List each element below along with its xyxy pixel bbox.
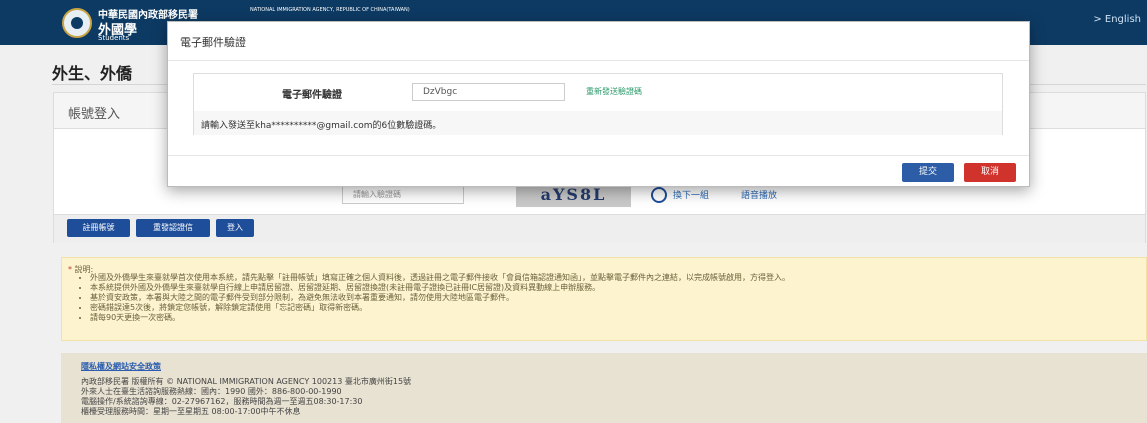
submit-button[interactable]: 提交 [902,163,954,182]
modal-title: 電子郵件驗證 [180,36,246,49]
verification-code-input[interactable]: DzVbgc [412,83,565,101]
modal-footer-divider [168,155,1029,156]
verification-field-row: 電子郵件驗證 DzVbgc 重新發送驗證碼 [194,74,1002,112]
email-verification-modal: 電子郵件驗證 電子郵件驗證 DzVbgc 重新發送驗證碼 請輸入發送至kha**… [167,21,1030,187]
modal-header-divider [168,60,1029,61]
verification-field-label: 電子郵件驗證 [282,90,342,101]
cancel-button[interactable]: 取消 [964,163,1016,182]
resend-code-link[interactable]: 重新發送驗證碼 [586,86,642,97]
verification-form: 電子郵件驗證 DzVbgc 重新發送驗證碼 請輸入發送至kha*********… [193,73,1003,135]
verification-hint-row: 請輸入發送至kha**********@gmail.com的6位數驗證碼。 [194,111,1002,135]
verification-hint: 請輸入發送至kha**********@gmail.com的6位數驗證碼。 [201,121,442,131]
